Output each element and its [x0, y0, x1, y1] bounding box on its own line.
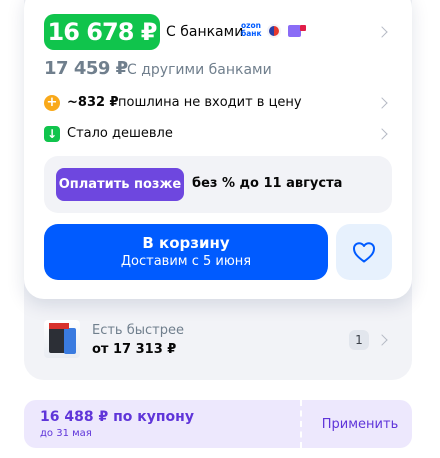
delivery-date-label: Доставим с 5 июня [120, 254, 252, 269]
plus-circle-icon: + [44, 95, 60, 111]
bank-logo-circle-icon [267, 24, 281, 38]
favorite-button[interactable] [336, 224, 392, 280]
with-banks-label[interactable]: С банками [166, 24, 243, 40]
coupon-price: 16 488 ₽ по купону [40, 409, 194, 425]
other-banks-label: С другими банками [127, 62, 272, 78]
offer-count-badge: 1 [349, 330, 369, 350]
apply-coupon-button[interactable]: Применить [308, 400, 412, 448]
add-to-cart-label: В корзину [142, 234, 230, 252]
faster-offer-thumbnail[interactable] [44, 320, 80, 358]
bank-logo-square-icon [288, 25, 306, 37]
arrow-down-icon: ↓ [44, 126, 60, 142]
pay-later-terms: без % до 11 августа [192, 176, 343, 191]
add-to-cart-button[interactable]: В корзину Доставим с 5 июня [44, 224, 328, 280]
duty-text[interactable]: пошлина не входит в цену [118, 95, 302, 110]
coupon-valid-until: до 31 мая [40, 428, 92, 439]
old-price: 17 459 ₽ [44, 58, 128, 79]
coupon-divider [300, 400, 302, 448]
duty-amount[interactable]: ~832 ₽ [67, 95, 119, 110]
pay-later-button[interactable]: Оплатить позже [56, 168, 184, 201]
faster-offer-title[interactable]: Есть быстрее [92, 323, 184, 338]
card-price-badge[interactable]: 16 678 ₽ [44, 14, 160, 50]
ozon-bank-logo: ozon банк [241, 21, 262, 38]
heart-icon [353, 242, 375, 263]
faster-offer-price[interactable]: от 17 313 ₽ [92, 342, 176, 357]
price-drop-text[interactable]: Стало дешевле [67, 126, 173, 141]
